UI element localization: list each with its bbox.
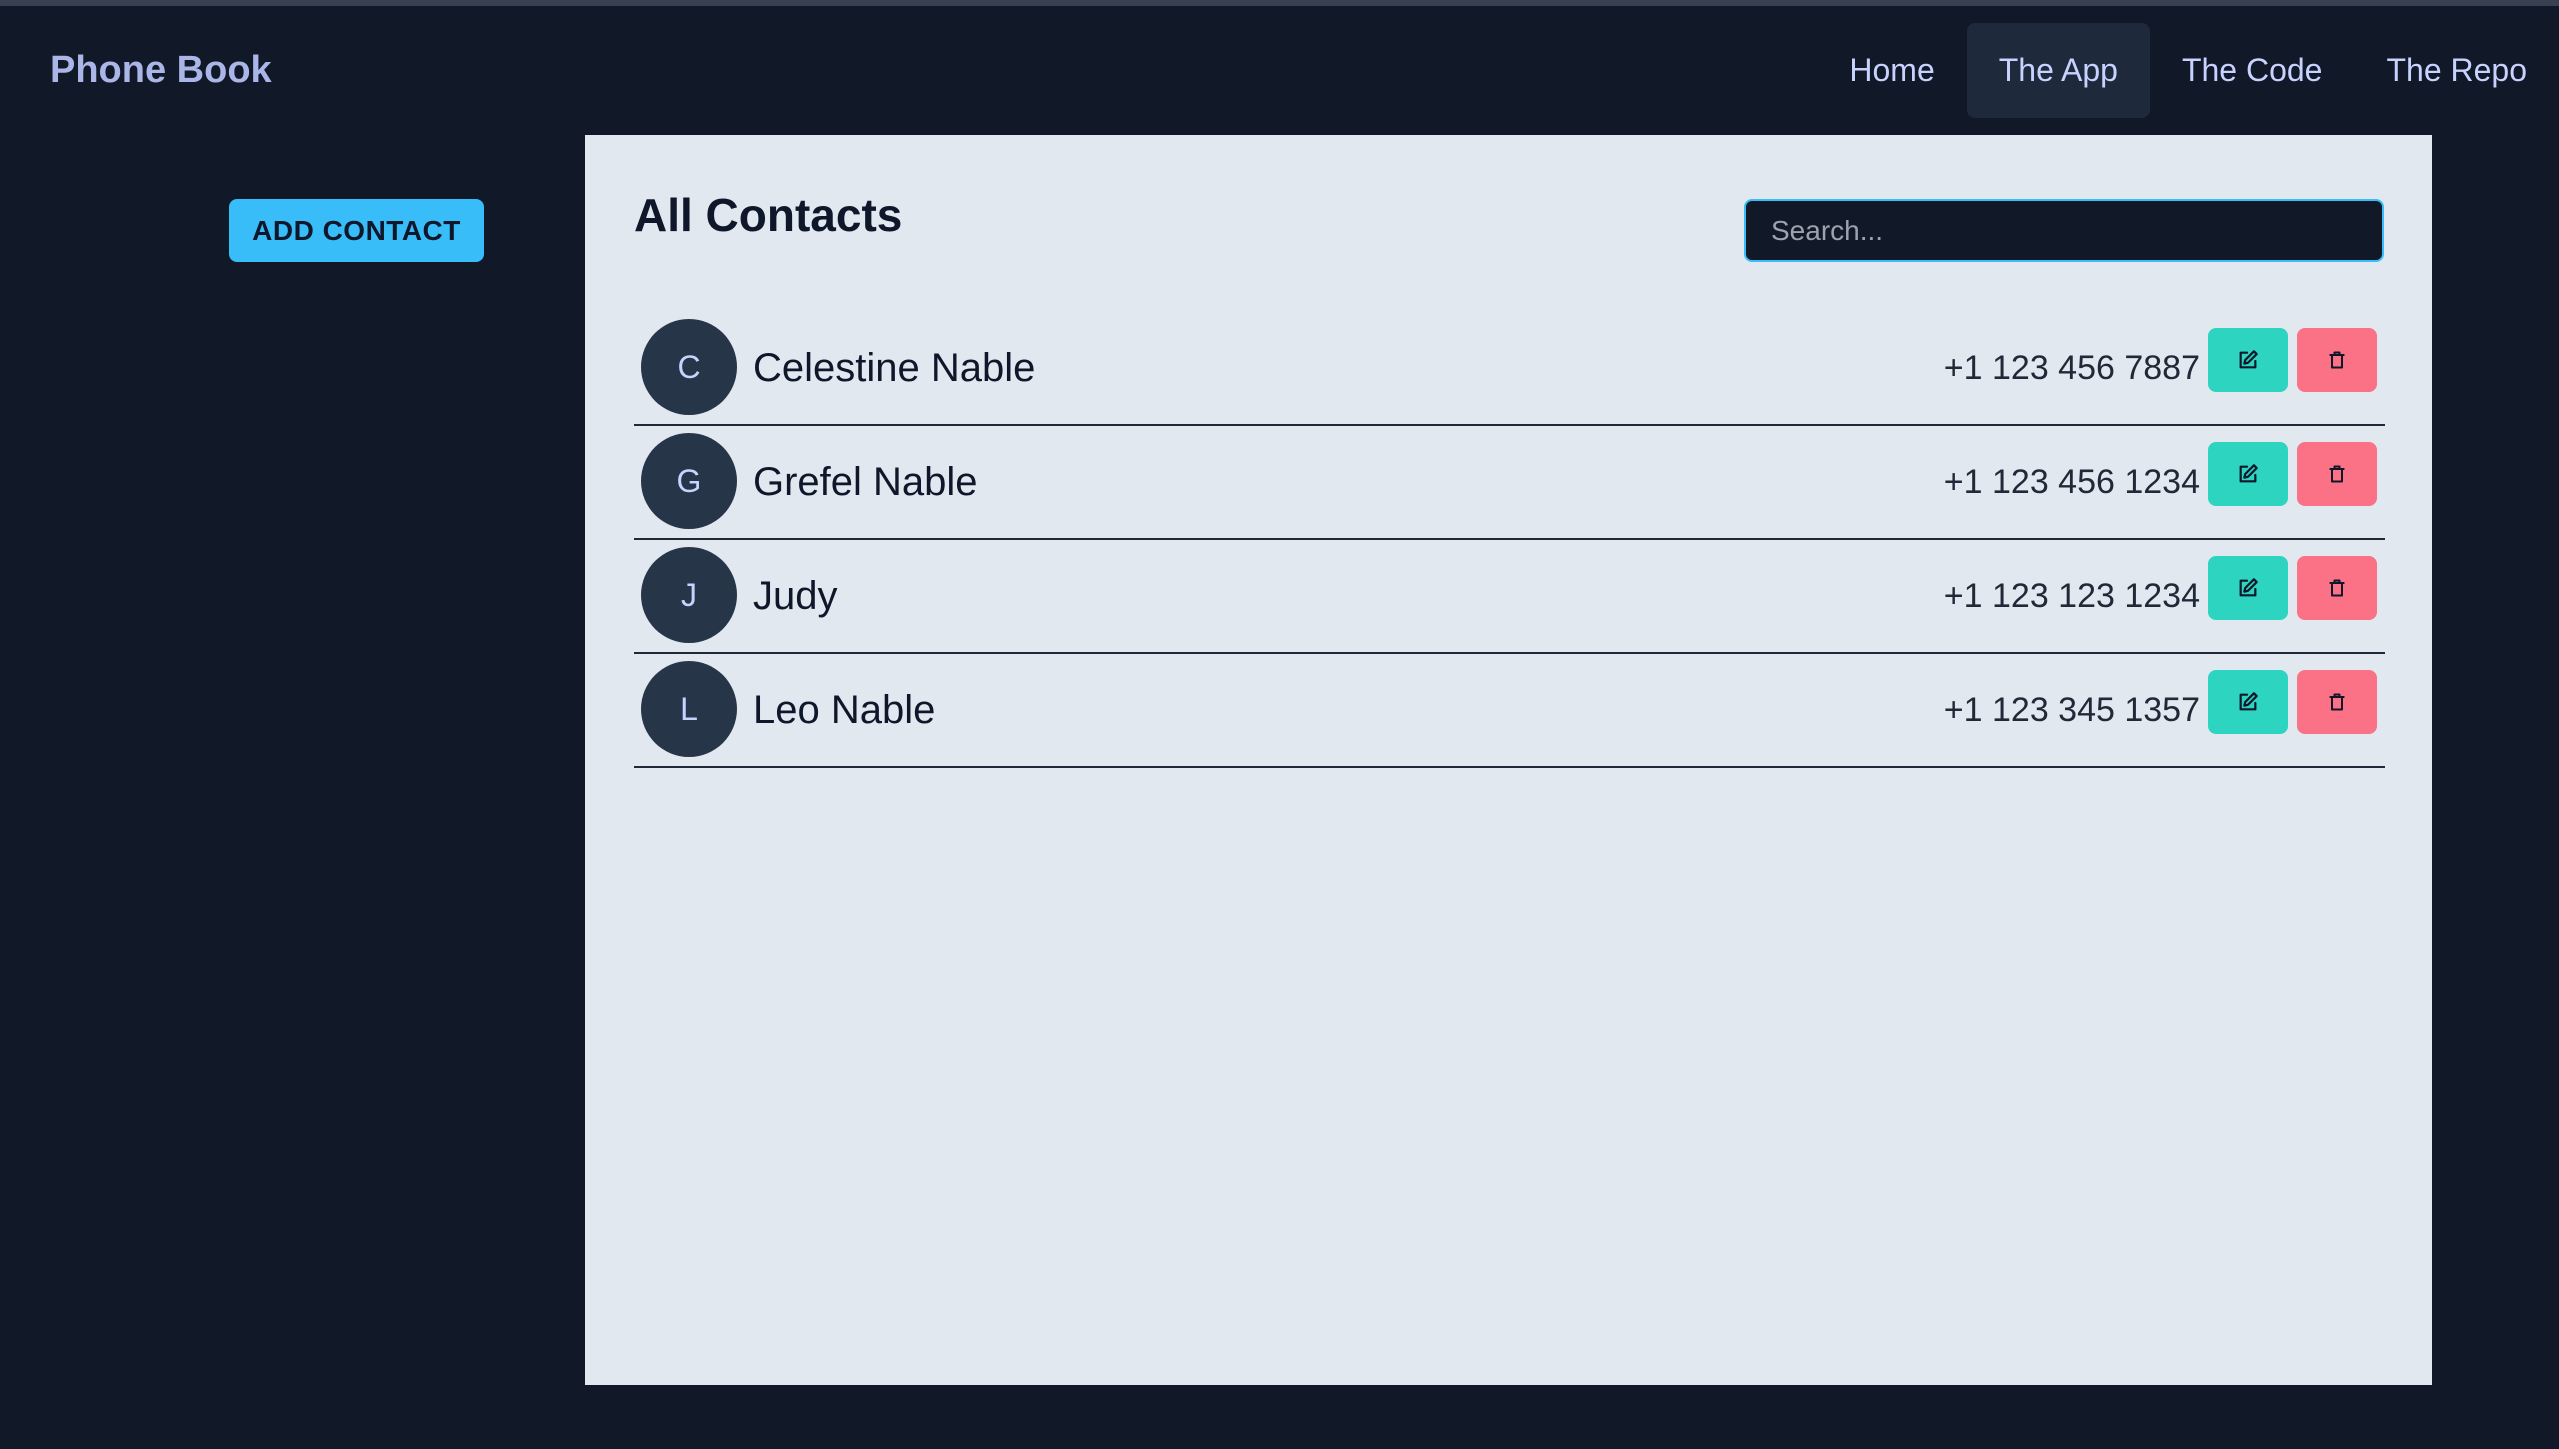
edit-contact-button[interactable]: [2208, 328, 2288, 392]
contact-phone: +1 123 123 1234: [1943, 576, 2200, 615]
avatar: J: [641, 547, 737, 643]
trash-icon: [2327, 577, 2347, 599]
contact-name: Grefel Nable: [753, 459, 978, 504]
contact-name: Celestine Nable: [753, 345, 1036, 390]
search-input[interactable]: [1744, 199, 2384, 262]
main-nav: Home The App The Code The Repo: [1817, 23, 2559, 118]
edit-icon: [2237, 463, 2259, 485]
edit-contact-button[interactable]: [2208, 442, 2288, 506]
nav-the-app[interactable]: The App: [1966, 23, 2150, 118]
add-contact-button[interactable]: ADD CONTACT: [229, 199, 484, 262]
trash-icon: [2327, 349, 2347, 371]
edit-icon: [2237, 349, 2259, 371]
contact-name: Leo Nable: [753, 687, 936, 732]
contact-row: L Leo Nable +1 123 345 1357: [634, 654, 2385, 768]
nav-the-code[interactable]: The Code: [2150, 23, 2355, 118]
avatar: L: [641, 661, 737, 757]
contact-row: G Grefel Nable +1 123 456 1234: [634, 426, 2385, 540]
contacts-panel: All Contacts C Celestine Nable +1 123 45…: [585, 135, 2432, 1385]
contact-phone: +1 123 456 1234: [1943, 462, 2200, 501]
delete-contact-button[interactable]: [2297, 328, 2377, 392]
avatar: C: [641, 319, 737, 415]
contact-row: C Celestine Nable +1 123 456 7887: [634, 312, 2385, 426]
avatar: G: [641, 433, 737, 529]
contact-row: J Judy +1 123 123 1234: [634, 540, 2385, 654]
edit-contact-button[interactable]: [2208, 670, 2288, 734]
contact-phone: +1 123 345 1357: [1943, 690, 2200, 729]
delete-contact-button[interactable]: [2297, 556, 2377, 620]
contact-phone: +1 123 456 7887: [1943, 348, 2200, 387]
edit-contact-button[interactable]: [2208, 556, 2288, 620]
contact-list: C Celestine Nable +1 123 456 7887 G Gref…: [634, 312, 2385, 768]
page-title: All Contacts: [634, 189, 903, 241]
delete-contact-button[interactable]: [2297, 670, 2377, 734]
window-top-strip: [0, 0, 2559, 6]
nav-home[interactable]: Home: [1817, 23, 1966, 118]
edit-icon: [2237, 577, 2259, 599]
contact-name: Judy: [753, 573, 838, 618]
edit-icon: [2237, 691, 2259, 713]
trash-icon: [2327, 691, 2347, 713]
nav-the-repo[interactable]: The Repo: [2354, 23, 2559, 118]
delete-contact-button[interactable]: [2297, 442, 2377, 506]
trash-icon: [2327, 463, 2347, 485]
brand-title[interactable]: Phone Book: [50, 49, 272, 92]
